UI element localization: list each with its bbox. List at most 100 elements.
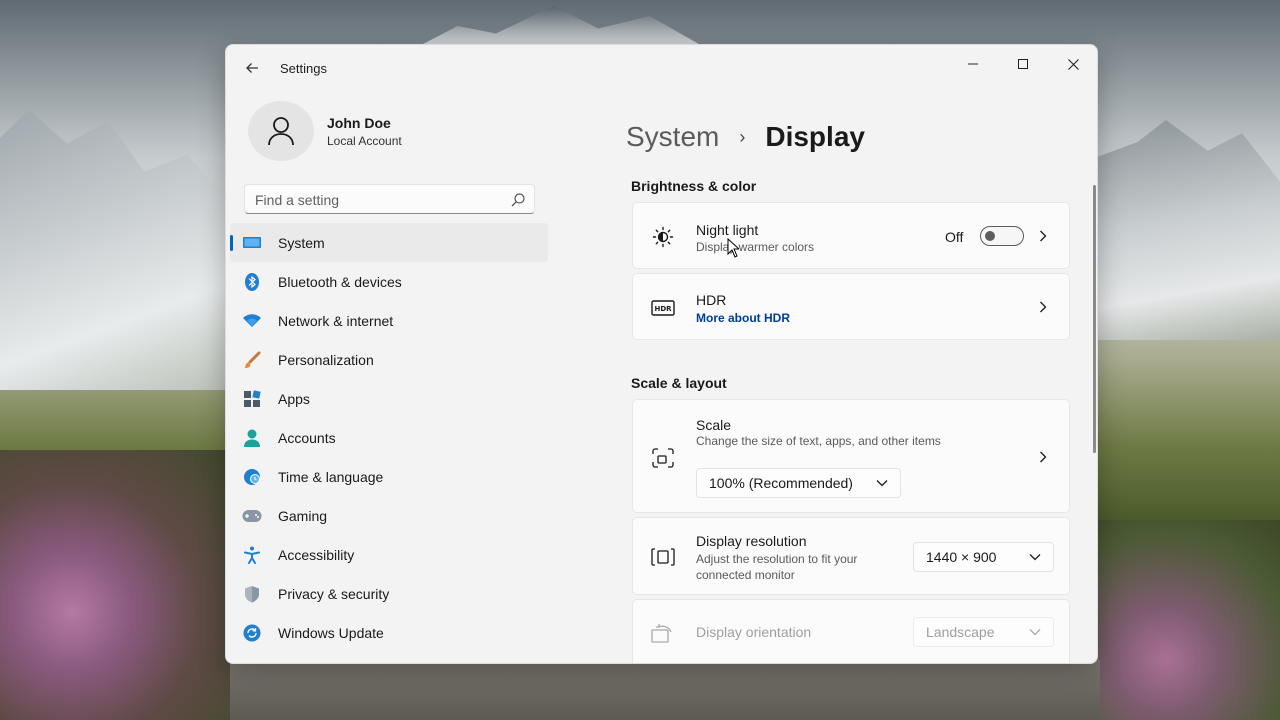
app-title: Settings	[280, 61, 327, 76]
brush-icon	[242, 350, 262, 370]
scale-card[interactable]: Scale Change the size of text, apps, and…	[632, 399, 1070, 513]
sidebar-item-label: Personalization	[278, 351, 374, 368]
profile-account-type: Local Account	[327, 134, 402, 148]
sidebar-item-system[interactable]: System	[230, 223, 548, 262]
apps-icon	[242, 389, 262, 409]
accessibility-icon	[242, 545, 262, 565]
sidebar-item-bluetooth[interactable]: Bluetooth & devices	[230, 262, 548, 301]
night-light-subtitle: Display warmer colors	[696, 240, 815, 254]
search-box[interactable]	[244, 184, 535, 214]
sidebar-item-label: Network & internet	[278, 312, 394, 329]
hdr-icon: HDR	[651, 296, 675, 320]
hdr-title: HDR	[696, 292, 727, 308]
wifi-icon	[242, 311, 262, 331]
chevron-right-icon[interactable]	[1037, 450, 1049, 464]
wallpaper-mountain-right	[1090, 120, 1280, 340]
sidebar-item-network[interactable]: Network & internet	[230, 301, 548, 340]
sidebar-item-label: Apps	[278, 390, 310, 407]
wallpaper-flowers-left	[0, 450, 240, 720]
display-orientation-title: Display orientation	[696, 624, 812, 640]
gamepad-icon	[242, 506, 262, 526]
sidebar-item-label: Accessibility	[278, 546, 355, 563]
chevron-right-icon[interactable]	[1037, 229, 1049, 243]
user-avatar-icon	[268, 117, 294, 146]
title-bar[interactable]: Settings	[226, 45, 1097, 91]
display-resolution-title: Display resolution	[696, 533, 807, 549]
chevron-down-icon	[1029, 554, 1041, 561]
back-arrow-icon	[246, 63, 258, 73]
search-input[interactable]	[255, 190, 495, 210]
wallpaper-rocks	[230, 660, 1100, 720]
toggle-knob	[985, 231, 995, 241]
brightness-icon	[651, 225, 675, 249]
scale-icon	[651, 446, 675, 470]
sidebar-item-accessibility[interactable]: Accessibility	[230, 535, 548, 574]
maximize-button[interactable]	[1000, 49, 1046, 79]
back-button[interactable]	[238, 57, 266, 79]
breadcrumb: System › Display	[626, 121, 865, 153]
close-icon	[1067, 58, 1079, 70]
settings-window: Settings John Doe Local Account System	[225, 44, 1098, 664]
display-resolution-subtitle-line2: connected monitor	[696, 568, 795, 582]
display-resolution-subtitle-line1: Adjust the resolution to fit your	[696, 552, 858, 566]
sidebar-item-gaming[interactable]: Gaming	[230, 496, 548, 535]
breadcrumb-parent[interactable]: System	[626, 121, 719, 153]
scale-dropdown-value: 100% (Recommended)	[709, 475, 853, 491]
page-title: Display	[765, 121, 865, 152]
hdr-card[interactable]: HDR HDR More about HDR	[632, 273, 1070, 340]
sidebar-nav: System Bluetooth & devices Network & int…	[230, 223, 548, 652]
mouse-cursor-icon	[727, 238, 739, 258]
maximize-icon	[1018, 59, 1028, 69]
scale-title: Scale	[696, 417, 732, 433]
display-orientation-dropdown: Landscape	[913, 617, 1054, 647]
sidebar-item-accounts[interactable]: Accounts	[230, 418, 548, 457]
display-resolution-value: 1440 × 900	[926, 549, 997, 565]
user-profile[interactable]: John Doe Local Account	[248, 101, 548, 161]
sidebar-item-windows-update[interactable]: Windows Update	[230, 613, 548, 652]
system-icon	[242, 233, 262, 253]
sidebar-item-label: System	[278, 234, 325, 251]
night-light-toggle[interactable]	[980, 226, 1024, 246]
sidebar-item-label: Gaming	[278, 507, 328, 524]
hdr-more-link[interactable]: More about HDR	[696, 311, 790, 325]
chevron-down-icon	[876, 480, 888, 487]
wallpaper-mountain-left	[0, 110, 240, 390]
sidebar-item-time-language[interactable]: Time & language	[230, 457, 548, 496]
minimize-icon	[968, 63, 978, 65]
content-scrollbar[interactable]	[1093, 185, 1096, 453]
accounts-icon	[242, 428, 262, 448]
display-orientation-value: Landscape	[926, 624, 995, 640]
sidebar-item-personalization[interactable]: Personalization	[230, 340, 548, 379]
search-icon[interactable]	[510, 192, 526, 208]
avatar[interactable]	[248, 101, 314, 161]
section-title-brightness: Brightness & color	[631, 178, 757, 194]
resolution-icon	[651, 545, 675, 569]
chevron-down-icon	[1029, 629, 1041, 636]
display-resolution-dropdown[interactable]: 1440 × 900	[913, 542, 1054, 572]
scale-dropdown[interactable]: 100% (Recommended)	[696, 468, 901, 498]
sidebar-item-label: Time & language	[278, 468, 384, 485]
display-resolution-card[interactable]: Display resolution Adjust the resolution…	[632, 517, 1070, 595]
chevron-right-icon[interactable]	[1037, 300, 1049, 314]
breadcrumb-separator: ›	[739, 126, 746, 147]
globe-clock-icon	[242, 467, 262, 487]
scale-subtitle: Change the size of text, apps, and other…	[696, 434, 941, 448]
close-button[interactable]	[1050, 49, 1096, 79]
sidebar-item-label: Bluetooth & devices	[278, 273, 402, 290]
profile-name: John Doe	[327, 115, 391, 131]
svg-text:HDR: HDR	[654, 305, 672, 313]
section-title-scale-layout: Scale & layout	[631, 375, 727, 391]
update-icon	[242, 623, 262, 643]
minimize-button[interactable]	[950, 49, 996, 79]
sidebar-item-apps[interactable]: Apps	[230, 379, 548, 418]
night-light-title: Night light	[696, 222, 759, 238]
shield-icon	[242, 584, 262, 604]
night-light-state-label: Off	[945, 229, 964, 245]
sidebar-item-privacy[interactable]: Privacy & security	[230, 574, 548, 613]
sidebar-item-label: Windows Update	[278, 624, 384, 641]
bluetooth-icon	[242, 272, 262, 292]
orientation-icon	[651, 622, 675, 646]
wallpaper-flowers-right	[1090, 520, 1280, 720]
display-orientation-card: Display orientation Landscape	[632, 599, 1070, 663]
night-light-card[interactable]: Night light Display warmer colors Off	[632, 202, 1070, 269]
